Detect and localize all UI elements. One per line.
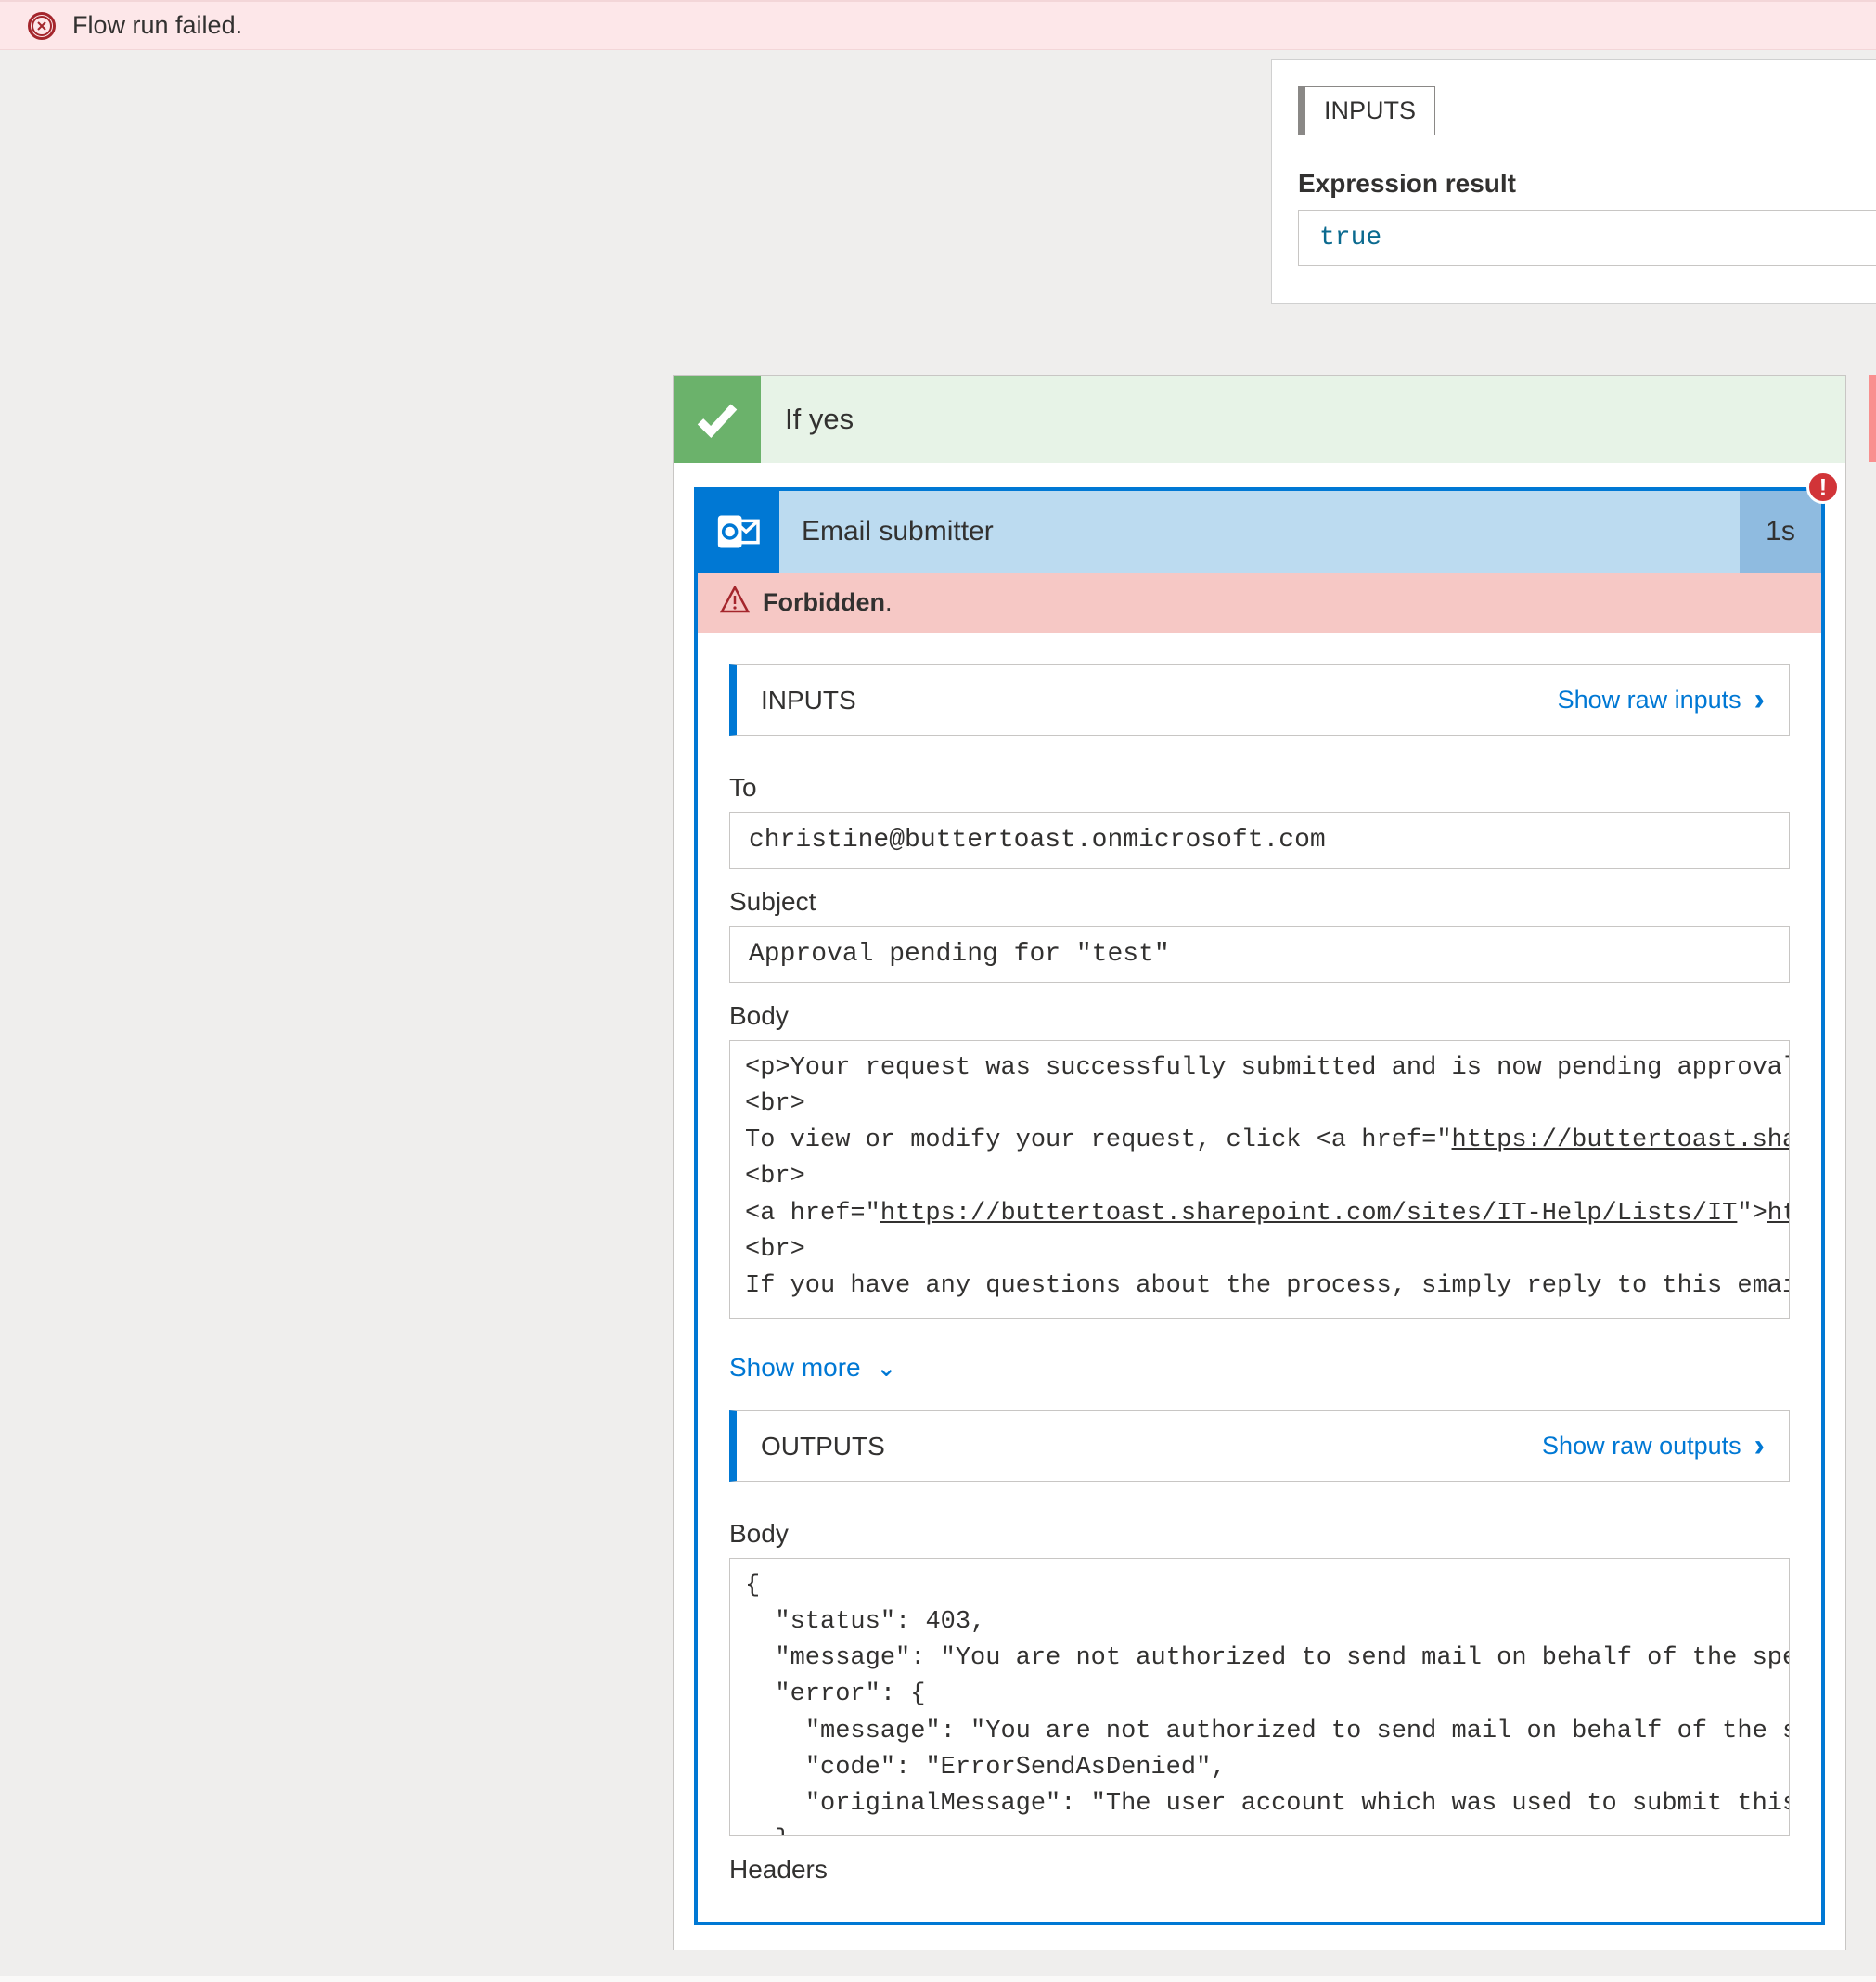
action-error-badge-icon: ! xyxy=(1806,470,1840,504)
flow-canvas: INPUTS Expression result true If yes ! xyxy=(0,50,1876,1976)
to-label: To xyxy=(729,773,1790,803)
condition-inputs-card: INPUTS Expression result true xyxy=(1271,59,1876,304)
output-body-label: Body xyxy=(729,1519,1790,1549)
action-error-text: Forbidden. xyxy=(763,588,893,617)
if-yes-title: If yes xyxy=(761,376,1845,463)
outputs-section-label: OUTPUTS xyxy=(761,1432,885,1461)
warning-triangle-icon xyxy=(720,586,750,620)
inputs-section-header: INPUTS xyxy=(1298,86,1435,135)
body-label: Body xyxy=(729,1001,1790,1031)
chevron-down-icon: ⌄ xyxy=(876,1352,897,1383)
action-duration: 1s xyxy=(1740,491,1821,573)
chevron-right-icon: › xyxy=(1754,1428,1765,1464)
banner-text: Flow run failed. xyxy=(72,11,242,40)
if-yes-header[interactable]: If yes xyxy=(674,376,1845,463)
output-headers-label: Headers xyxy=(729,1855,1790,1885)
output-body-field[interactable]: { "status": 403, "message": "You are not… xyxy=(729,1558,1790,1836)
flow-run-failed-banner: Flow run failed. xyxy=(0,0,1876,50)
action-title: Email submitter xyxy=(779,491,1740,573)
error-circle-icon xyxy=(28,12,56,40)
if-no-header[interactable] xyxy=(1869,375,1876,462)
outlook-icon xyxy=(698,491,779,573)
subject-field[interactable]: Approval pending for "test" xyxy=(729,926,1790,983)
expression-result-value: true xyxy=(1298,210,1876,266)
expression-result-label: Expression result xyxy=(1298,169,1876,199)
chevron-right-icon: › xyxy=(1754,682,1765,718)
outputs-section: OUTPUTS Show raw outputs › xyxy=(729,1410,1790,1482)
inputs-section: INPUTS Show raw inputs › xyxy=(729,664,1790,736)
action-error-bar: Forbidden. xyxy=(698,573,1821,633)
show-raw-outputs-link[interactable]: Show raw outputs › xyxy=(1542,1428,1765,1464)
action-header[interactable]: Email submitter 1s xyxy=(698,491,1821,573)
to-field[interactable]: christine@buttertoast.onmicrosoft.com xyxy=(729,812,1790,869)
inputs-section-label: INPUTS xyxy=(761,686,856,715)
body-field[interactable]: <p>Your request was successfully submitt… xyxy=(729,1040,1790,1319)
show-more-link[interactable]: Show more ⌄ xyxy=(698,1319,1821,1401)
if-yes-branch: If yes ! Email submitter 1s xyxy=(673,375,1846,1950)
email-submitter-action: Email submitter 1s Forbidden. INPUTS Sho… xyxy=(694,487,1825,1925)
subject-label: Subject xyxy=(729,887,1790,917)
show-raw-inputs-link[interactable]: Show raw inputs › xyxy=(1558,682,1765,718)
check-icon xyxy=(674,376,761,463)
